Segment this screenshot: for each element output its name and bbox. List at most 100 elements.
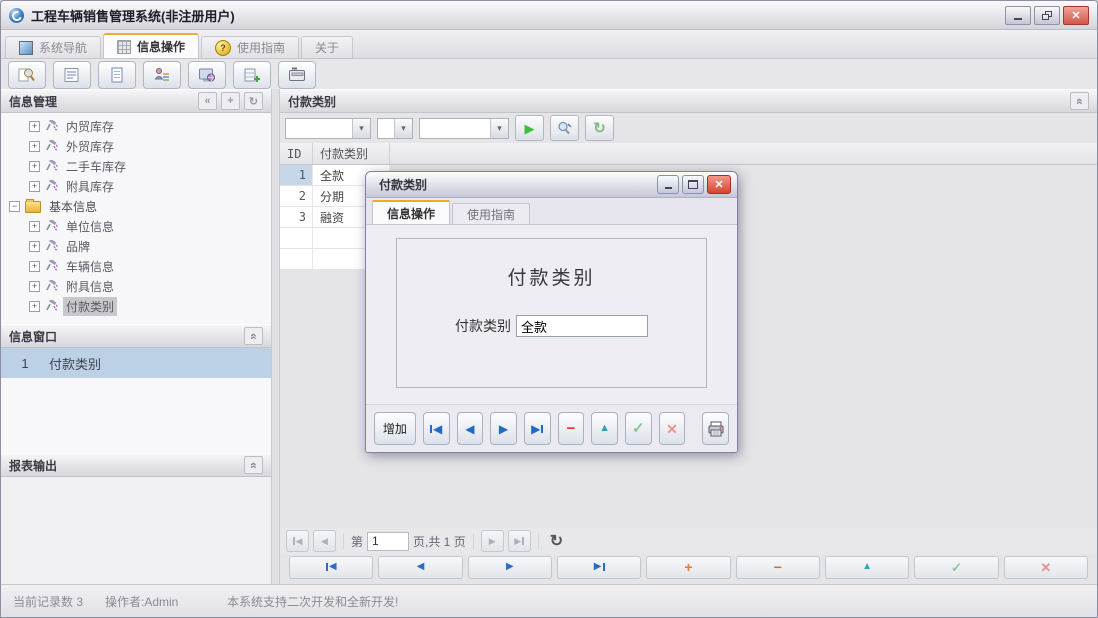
dialog-minimize-button[interactable] (657, 175, 679, 194)
expand-icon[interactable]: + (29, 121, 40, 132)
preview-button[interactable] (8, 61, 46, 89)
dialog-title-bar[interactable]: 付款类别 ✕ (366, 172, 737, 198)
next-page-button[interactable]: ▶ (481, 530, 504, 552)
collapse-main-panel-button[interactable]: « (1070, 92, 1089, 110)
tree-item-basic-info[interactable]: − 基本信息 (1, 196, 271, 216)
tree-item-used-vehicle-stock[interactable]: + 二手车库存 (1, 156, 271, 176)
close-button[interactable]: ✕ (1063, 6, 1089, 25)
tool-icon (45, 120, 58, 132)
collapse-sidebar-button[interactable]: « (198, 92, 217, 110)
collapse-info-window-button[interactable]: « (244, 327, 263, 345)
remote-view-button[interactable] (188, 61, 226, 89)
expand-icon[interactable]: + (29, 281, 40, 292)
refresh-panel-button[interactable]: ↻ (244, 92, 263, 110)
report-button[interactable] (53, 61, 91, 89)
dialog-maximize-button[interactable] (682, 175, 704, 194)
tree-item-domestic-stock[interactable]: + 内贸库存 (1, 116, 271, 136)
payment-type-input[interactable] (516, 315, 648, 337)
delete-record-button[interactable]: − (558, 412, 585, 445)
collapse-report-output-button[interactable]: « (244, 456, 263, 474)
tree-item-accessory-info[interactable]: + 附具信息 (1, 276, 271, 296)
dialog-button-bar: 增加 ◀ ◀ ▶ ▶ − ▲ ✓ ✕ (366, 404, 737, 452)
delete-record-button[interactable]: − (736, 556, 820, 579)
separator (343, 533, 344, 549)
tree-item-label: 车辆信息 (63, 257, 117, 276)
expand-icon[interactable]: + (29, 141, 40, 152)
user-report-button[interactable] (143, 61, 181, 89)
status-message: 本系统支持二次开发和全新开发! (227, 593, 398, 610)
first-record-button[interactable]: ◀ (289, 556, 373, 579)
expand-icon[interactable]: + (29, 261, 40, 272)
expand-icon[interactable]: + (29, 161, 40, 172)
insert-record-button[interactable]: + (646, 556, 730, 579)
chevron-down-icon[interactable]: ▾ (394, 119, 412, 138)
refresh-page-button[interactable]: ↻ (550, 531, 563, 551)
advanced-search-button[interactable] (550, 115, 579, 141)
filter-operator-combo[interactable]: ▾ (377, 118, 413, 139)
collapse-icon[interactable]: − (9, 201, 20, 212)
minimize-button[interactable] (1005, 6, 1031, 25)
edit-record-button[interactable]: ▲ (825, 556, 909, 579)
filter-value-combo[interactable]: ▾ (419, 118, 509, 139)
column-header-payment-type[interactable]: 付款类别 (313, 143, 390, 164)
tree-item-vehicle-info[interactable]: + 车辆信息 (1, 256, 271, 276)
run-filter-button[interactable]: ▶ (515, 115, 544, 141)
prev-record-button[interactable]: ◀ (378, 556, 462, 579)
last-record-button[interactable]: ▶ (524, 412, 551, 445)
expand-icon[interactable]: + (29, 181, 40, 192)
filter-field-combo[interactable]: ▾ (285, 118, 371, 139)
data-add-button[interactable] (233, 61, 271, 89)
tree-item-brand[interactable]: + 品牌 (1, 236, 271, 256)
tree-item-unit-info[interactable]: + 单位信息 (1, 216, 271, 236)
tab-label: 使用指南 (237, 39, 285, 56)
card-file-button[interactable] (278, 61, 316, 89)
tree-item-foreign-stock[interactable]: + 外贸库存 (1, 136, 271, 156)
dialog-tab-info-operation[interactable]: 信息操作 (372, 200, 450, 224)
chevron-down-icon[interactable]: ▾ (352, 119, 370, 138)
plus-icon: + (227, 95, 233, 107)
chevron-down-icon[interactable]: ▾ (490, 119, 508, 138)
combo-value (420, 119, 490, 138)
tree-item-payment-type[interactable]: + 付款类别 (1, 296, 271, 316)
expand-icon[interactable]: + (29, 221, 40, 232)
sidebar-splitter[interactable] (271, 89, 280, 584)
check-icon: ✓ (632, 421, 645, 436)
post-record-button[interactable]: ✓ (914, 556, 998, 579)
grid-header: ID 付款类别 (280, 143, 1097, 165)
payment-type-label: 付款类别 (455, 316, 511, 336)
list-item-payment-type[interactable]: 1 付款类别 (1, 348, 271, 378)
expand-icon[interactable]: + (29, 301, 40, 312)
dialog-close-button[interactable]: ✕ (707, 175, 731, 194)
add-panel-button[interactable]: + (221, 92, 240, 110)
record-nav-toolbar: ◀ ◀ ▶ ▶ + − ▲ ✓ ✕ (280, 554, 1097, 580)
prev-page-button[interactable]: ◀ (313, 530, 336, 552)
print-button[interactable] (702, 412, 729, 445)
cancel-record-button[interactable]: ✕ (659, 412, 686, 445)
refresh-grid-button[interactable]: ↻ (585, 115, 614, 141)
next-record-button[interactable]: ▶ (490, 412, 517, 445)
post-record-button[interactable]: ✓ (625, 412, 652, 445)
add-button[interactable]: 增加 (374, 412, 416, 445)
cancel-record-button[interactable]: ✕ (1004, 556, 1088, 579)
page-number-input[interactable] (367, 532, 409, 551)
first-page-button[interactable]: ◀ (286, 530, 309, 552)
restore-icon (1042, 11, 1052, 20)
expand-icon[interactable]: + (29, 241, 40, 252)
dialog-tab-user-guide[interactable]: 使用指南 (452, 203, 530, 224)
edit-record-button[interactable]: ▲ (591, 412, 618, 445)
last-record-button[interactable]: ▶ (557, 556, 641, 579)
column-header-id[interactable]: ID (280, 143, 313, 164)
search-settings-icon (556, 121, 573, 136)
tab-user-guide[interactable]: ? 使用指南 (201, 36, 299, 58)
prev-record-icon: ◀ (417, 562, 425, 572)
first-record-button[interactable]: ◀ (423, 412, 450, 445)
last-page-button[interactable]: ▶ (508, 530, 531, 552)
tree-item-accessory-stock[interactable]: + 附具库存 (1, 176, 271, 196)
tab-info-operation[interactable]: 信息操作 (103, 33, 199, 58)
next-record-button[interactable]: ▶ (468, 556, 552, 579)
document-button[interactable] (98, 61, 136, 89)
prev-record-button[interactable]: ◀ (457, 412, 484, 445)
tab-about[interactable]: 关于 (301, 36, 353, 58)
tab-system-navigation[interactable]: 系统导航 (5, 36, 101, 58)
restore-button[interactable] (1034, 6, 1060, 25)
